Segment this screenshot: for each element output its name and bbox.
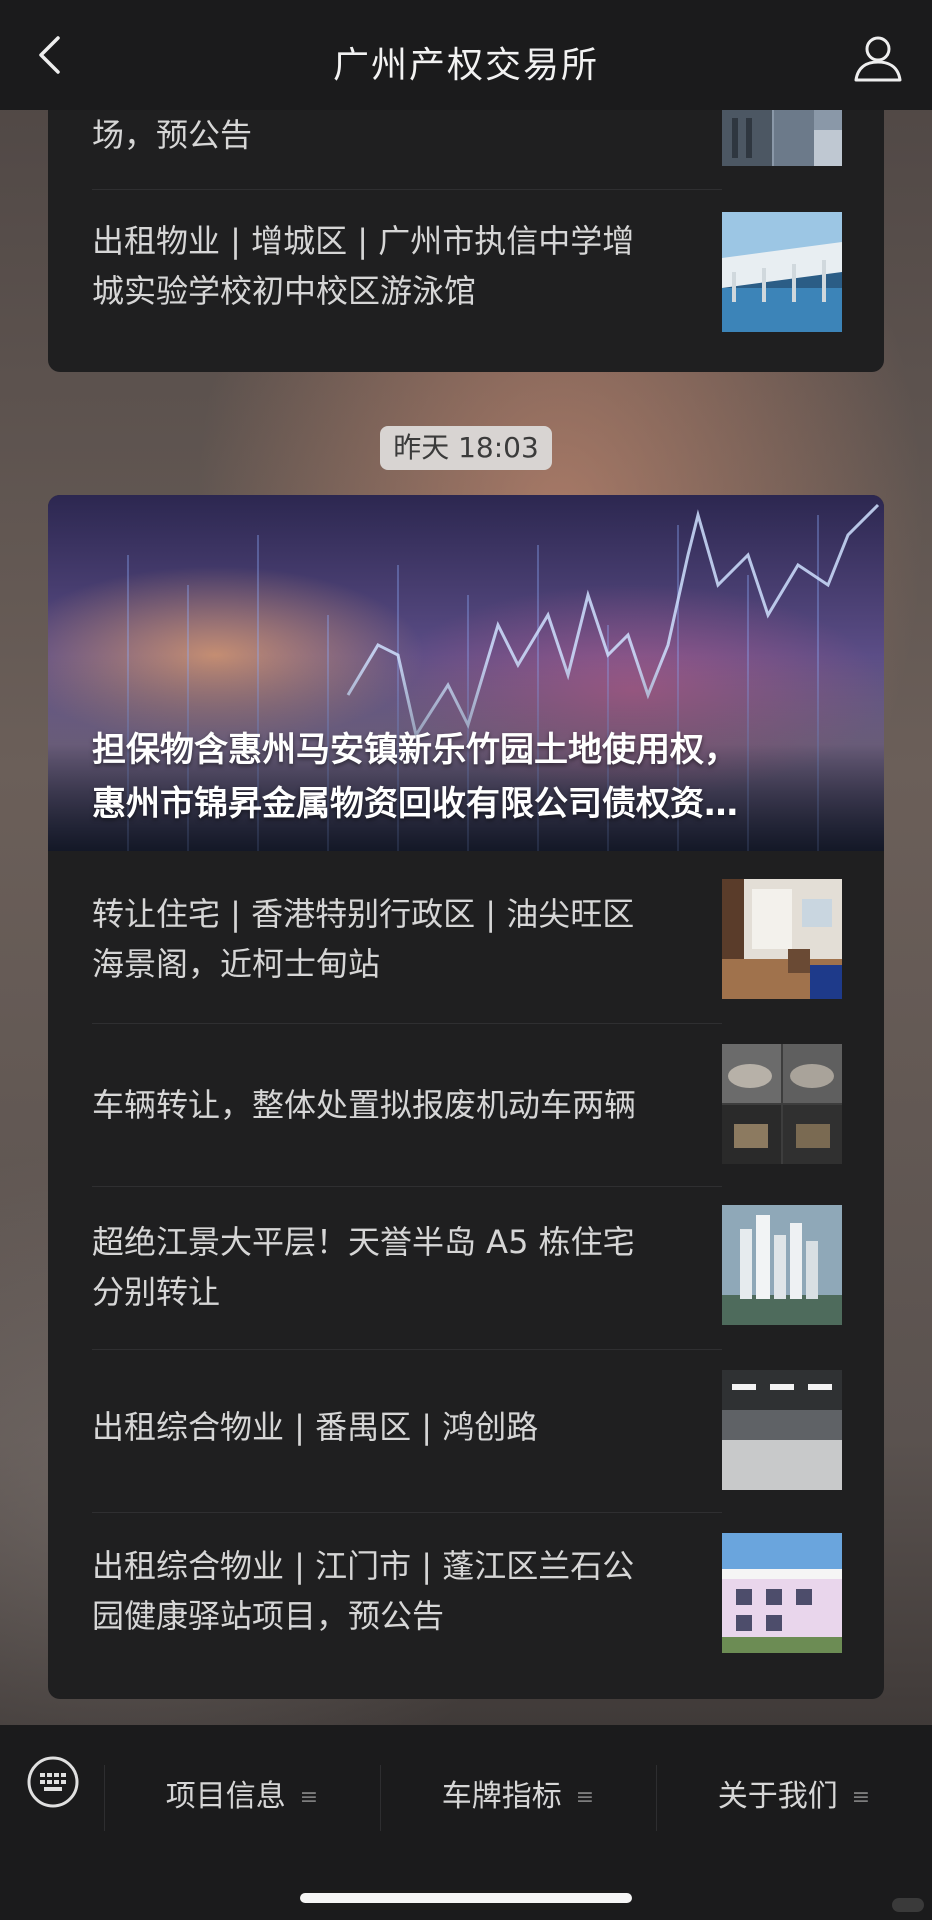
menu-list-icon: ≡	[575, 1784, 595, 1810]
menu-list-icon: ≡	[299, 1784, 319, 1810]
menu-item-license-plate[interactable]: 车牌指标 ≡	[380, 1755, 656, 1839]
page-title: 广州产权交易所	[332, 45, 599, 86]
hero-article[interactable]: 担保物含惠州马安镇新乐竹园土地使用权， 惠州市锦昇金属物资回收有限公司债权资…	[48, 495, 884, 851]
timestamp-badge: 昨天 18:03	[380, 426, 552, 470]
item-title: 超绝江景大平层！天誉半岛 A5 栋住宅分别转让	[92, 1223, 635, 1311]
menu-item-about-us[interactable]: 关于我们 ≡	[656, 1755, 932, 1839]
article-card: 担保物含惠州马安镇新乐竹园土地使用权， 惠州市锦昇金属物资回收有限公司债权资… …	[48, 495, 884, 1699]
item-title: 出租综合物业 | 江门市 | 蓬江区兰石公园健康驿站项目，预公告	[92, 1547, 635, 1635]
hero-title: 担保物含惠州马安镇新乐竹园土地使用权， 惠州市锦昇金属物资回收有限公司债权资…	[92, 730, 738, 824]
item-thumbnail	[722, 110, 842, 166]
item-thumbnail	[722, 1044, 842, 1164]
list-item[interactable]: 出租综合物业 | 江门市 | 蓬江区兰石公园健康驿站项目，预公告	[48, 1513, 884, 1675]
menu-label: 项目信息	[165, 1779, 286, 1814]
list-item[interactable]: 出租物业 | 增城区 | 广州市执信中学增城实验学校初中校区游泳馆	[48, 190, 884, 352]
list-item[interactable]: 超绝江景大平层！天誉半岛 A5 栋住宅分别转让	[48, 1187, 884, 1349]
item-title: 车辆转让，整体处置拟报废机动车两辆	[92, 1086, 637, 1124]
item-thumbnail	[722, 879, 842, 999]
item-thumbnail	[722, 1370, 842, 1490]
menu-item-project-info[interactable]: 项目信息 ≡	[104, 1755, 380, 1839]
item-thumbnail	[722, 212, 842, 332]
item-title: 出租综合物业 | 番禺区 | 鸿创路	[92, 1408, 539, 1446]
list-item[interactable]: 出租综合物业 | 番禺区 | 鸿创路	[48, 1350, 884, 1512]
list-item[interactable]: 车辆转让，整体处置拟报废机动车两辆	[48, 1024, 884, 1186]
nav-bar: 广州产权交易所	[0, 0, 932, 110]
user-icon[interactable]	[852, 34, 904, 84]
keyboard-icon[interactable]	[26, 1755, 80, 1809]
bottom-menu: 项目信息 ≡ 车牌指标 ≡ 关于我们 ≡	[0, 1725, 932, 1920]
item-thumbnail	[722, 1533, 842, 1653]
menu-label: 关于我们	[717, 1779, 838, 1814]
item-thumbnail	[722, 1205, 842, 1325]
watermark	[892, 1898, 924, 1912]
list-item[interactable]: 场，预公告	[48, 110, 884, 188]
menu-label: 车牌指标	[441, 1779, 562, 1814]
article-card-previous: 场，预公告 出租物业 | 增城区 | 广州市执信中学增城实验学校初中校区游泳馆	[48, 110, 884, 372]
menu-list-icon: ≡	[851, 1784, 871, 1810]
list-item[interactable]: 转让住宅 | 香港特别行政区 | 油尖旺区海景阁，近柯士甸站	[48, 861, 884, 1023]
item-title: 转让住宅 | 香港特别行政区 | 油尖旺区海景阁，近柯士甸站	[92, 895, 635, 983]
item-title: 出租物业 | 增城区 | 广州市执信中学增城实验学校初中校区游泳馆	[92, 222, 635, 310]
item-title: 场，预公告	[92, 116, 253, 154]
home-indicator[interactable]	[300, 1893, 632, 1903]
